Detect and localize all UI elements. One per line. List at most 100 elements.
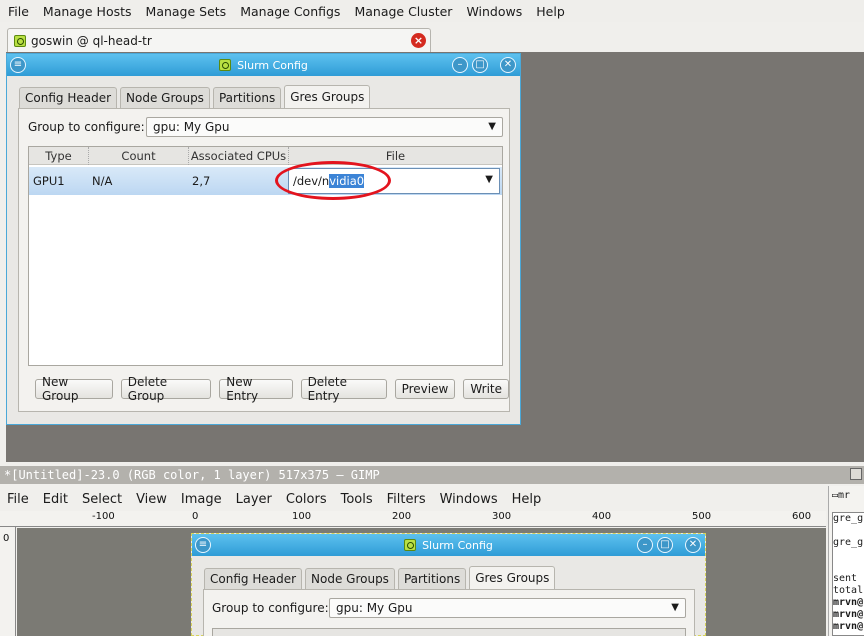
group-select-value: gpu: My Gpu: [153, 120, 230, 134]
side-panel: ▭mr gre_g gre_g sent total mrvn@ mrvn@ m…: [828, 486, 864, 636]
ruler-label: 100: [292, 511, 312, 522]
highlight-circle: [275, 161, 391, 200]
menu-help[interactable]: Help: [528, 4, 571, 19]
col-type[interactable]: Type: [29, 147, 89, 165]
gimp-titlebar[interactable]: *[Untitled]-23.0 (RGB color, 1 layer) 51…: [0, 466, 864, 484]
table-header: [212, 628, 686, 636]
table-row[interactable]: GPU1 N/A 2,7 /dev/n vidia0 ▼: [29, 166, 502, 195]
chevron-down-icon[interactable]: ▼: [485, 174, 493, 185]
gimp-menu-tools[interactable]: Tools: [334, 492, 380, 507]
window-app-icon: [404, 539, 417, 551]
gimp-menu-file[interactable]: File: [0, 492, 36, 507]
window-title: Slurm Config: [422, 538, 493, 552]
delete-entry-button[interactable]: Delete Entry: [300, 375, 387, 403]
window-app-icon: [219, 59, 232, 71]
slurm-config-window-copy: ≡ Slurm Config – □ ✕ Config Header Node …: [191, 533, 706, 636]
window-titlebar[interactable]: ≡ Slurm Config – □ ✕: [7, 54, 520, 76]
app-menubar: File Manage Hosts Manage Sets Manage Con…: [0, 0, 864, 22]
window-titlebar: ≡ Slurm Config – □ ✕: [192, 534, 705, 556]
terminal-output[interactable]: gre_g gre_g sent total mrvn@ mrvn@ mrvn@: [832, 512, 864, 636]
window-menu-icon: ≡: [195, 537, 211, 553]
terminal-line: gre_g: [833, 537, 864, 548]
terminal-line: total: [833, 585, 864, 596]
chevron-down-icon: ▼: [671, 602, 679, 613]
tab-gres-groups: Gres Groups: [469, 566, 556, 589]
gimp-menu-windows[interactable]: Windows: [433, 492, 505, 507]
ruler-label: 300: [492, 511, 512, 522]
group-select: gpu: My Gpu ▼: [329, 598, 686, 618]
tab-node-groups[interactable]: Node Groups: [120, 87, 210, 108]
tab-node-groups: Node Groups: [305, 568, 395, 589]
gimp-menu-view[interactable]: View: [129, 492, 174, 507]
session-tab[interactable]: goswin @ ql-head-tr ×: [7, 28, 431, 52]
gimp-menu-colors[interactable]: Colors: [279, 492, 334, 507]
col-count[interactable]: Count: [89, 147, 189, 165]
tab-config-header[interactable]: Config Header: [19, 87, 118, 108]
menu-manage-cluster[interactable]: Manage Cluster: [346, 4, 458, 19]
menu-file[interactable]: File: [0, 4, 35, 19]
app-icon: [14, 34, 26, 47]
button-row: New Group Delete Group New Entry Delete …: [35, 375, 509, 403]
ruler-label: 200: [392, 511, 412, 522]
chevron-down-icon: ▼: [488, 121, 496, 132]
close-window-icon[interactable]: ✕: [500, 57, 516, 73]
preview-button[interactable]: Preview: [394, 379, 456, 399]
gimp-menu-help[interactable]: Help: [505, 492, 549, 507]
gimp-menu-image[interactable]: Image: [174, 492, 229, 507]
gimp-menu-select[interactable]: Select: [75, 492, 129, 507]
ruler-label: 500: [692, 511, 712, 522]
tab-partitions: Partitions: [397, 568, 467, 589]
group-label: Group to configure:: [212, 601, 329, 615]
gimp-menu-layer[interactable]: Layer: [229, 492, 279, 507]
write-button[interactable]: Write: [463, 379, 509, 399]
ruler-label: 400: [592, 511, 612, 522]
minimize-icon[interactable]: –: [452, 57, 468, 73]
gres-panel: Group to configure: gpu: My Gpu ▼ Type C…: [18, 108, 510, 412]
terminal-line: sent: [833, 573, 858, 584]
config-tabs: Config Header Node Groups Partitions Gre…: [19, 85, 371, 108]
close-window-icon: ✕: [685, 537, 701, 553]
group-label: Group to configure:: [28, 120, 145, 134]
delete-group-button[interactable]: Delete Group: [120, 375, 212, 403]
menu-manage-hosts[interactable]: Manage Hosts: [35, 4, 138, 19]
gimp-close-icon[interactable]: [850, 468, 862, 480]
menu-windows[interactable]: Windows: [458, 4, 528, 19]
maximize-icon[interactable]: □: [472, 57, 488, 73]
group-select-value: gpu: My Gpu: [336, 601, 413, 615]
horizontal-ruler[interactable]: -100 0 100 200 300 400 500 600: [0, 511, 826, 527]
minimize-icon: –: [637, 537, 653, 553]
gres-table: Type Count Associated CPUs File GPU1 N/A…: [28, 146, 503, 366]
terminal-line: mrvn@: [833, 609, 864, 620]
gres-panel: Group to configure: gpu: My Gpu ▼: [203, 589, 695, 636]
terminal-line: mrvn@: [833, 621, 864, 632]
close-tab-icon[interactable]: ×: [411, 33, 426, 48]
gimp-menu-edit[interactable]: Edit: [36, 492, 75, 507]
window-menu-icon[interactable]: ≡: [10, 57, 26, 73]
config-tabs: Config Header Node Groups Partitions Gre…: [204, 566, 556, 589]
new-entry-button[interactable]: New Entry: [219, 375, 293, 403]
slurm-config-window: ≡ Slurm Config – □ ✕ Config Header Node …: [6, 53, 521, 425]
col-cpus[interactable]: Associated CPUs: [189, 147, 289, 165]
group-select[interactable]: gpu: My Gpu ▼: [146, 117, 503, 137]
ruler-label: -100: [92, 511, 115, 522]
new-group-button[interactable]: New Group: [35, 375, 113, 403]
ruler-label: 600: [792, 511, 812, 522]
terminal-line: mrvn@: [833, 597, 864, 608]
side-tab[interactable]: ▭mr: [832, 490, 850, 501]
gimp-menu-filters[interactable]: Filters: [380, 492, 433, 507]
cell-cpus: 2,7: [192, 174, 211, 188]
vruler-label: 0: [3, 533, 10, 544]
tab-partitions[interactable]: Partitions: [212, 87, 282, 108]
tab-config-header: Config Header: [204, 568, 303, 589]
session-tab-label: goswin @ ql-head-tr: [31, 33, 152, 48]
table-header: Type Count Associated CPUs File: [29, 147, 502, 165]
cell-count: N/A: [92, 174, 113, 188]
menu-manage-sets[interactable]: Manage Sets: [138, 4, 233, 19]
menu-manage-configs[interactable]: Manage Configs: [232, 4, 346, 19]
vertical-ruler[interactable]: 0: [0, 527, 16, 636]
tab-gres-groups[interactable]: Gres Groups: [284, 85, 371, 108]
cell-type: GPU1: [33, 174, 65, 188]
gimp-title: *[Untitled]-23.0 (RGB color, 1 layer) 51…: [4, 468, 380, 482]
